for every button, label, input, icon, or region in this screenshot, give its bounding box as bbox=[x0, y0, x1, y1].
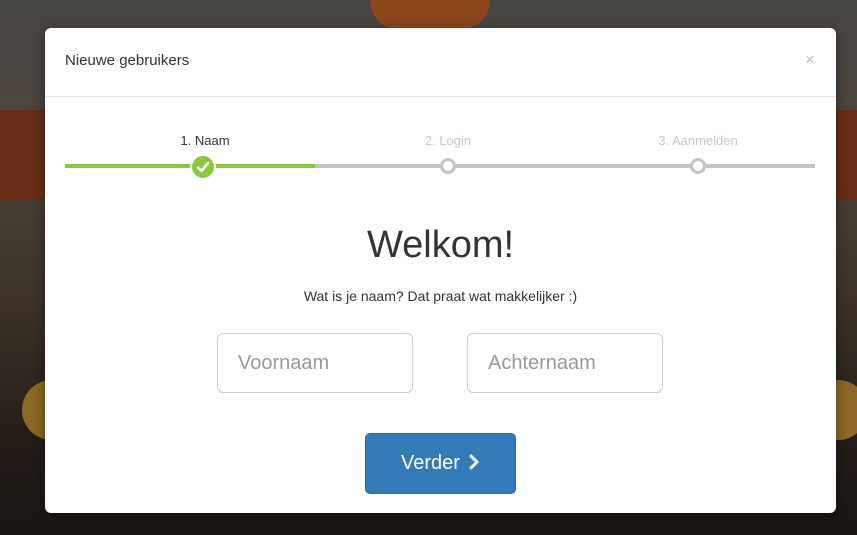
close-icon: × bbox=[805, 50, 815, 69]
step-2-label: 2. Login bbox=[424, 133, 472, 148]
welcome-subtext: Wat is je naam? Dat praat wat makkelijke… bbox=[303, 288, 578, 304]
step-3-label: 3. Aanmelden bbox=[658, 133, 738, 148]
step-2-marker bbox=[440, 158, 456, 174]
new-user-modal: Nieuwe gebruikers × 1. Naam 2. Login 3. … bbox=[45, 28, 836, 513]
step-1-label: 1. Naam bbox=[180, 133, 230, 148]
check-icon bbox=[196, 161, 210, 173]
first-name-input[interactable] bbox=[217, 333, 413, 393]
step-3-marker bbox=[690, 158, 706, 174]
last-name-input[interactable] bbox=[467, 333, 663, 393]
modal-title: Nieuwe gebruikers bbox=[65, 52, 190, 69]
close-button[interactable]: × bbox=[802, 50, 818, 70]
modal-header: Nieuwe gebruikers × bbox=[45, 28, 836, 97]
next-button-label: Verder bbox=[401, 452, 460, 474]
welcome-heading: Welkom! bbox=[366, 224, 515, 266]
chevron-right-icon bbox=[469, 454, 479, 470]
next-button[interactable]: Verder bbox=[365, 433, 516, 494]
step-1-marker bbox=[190, 154, 216, 180]
